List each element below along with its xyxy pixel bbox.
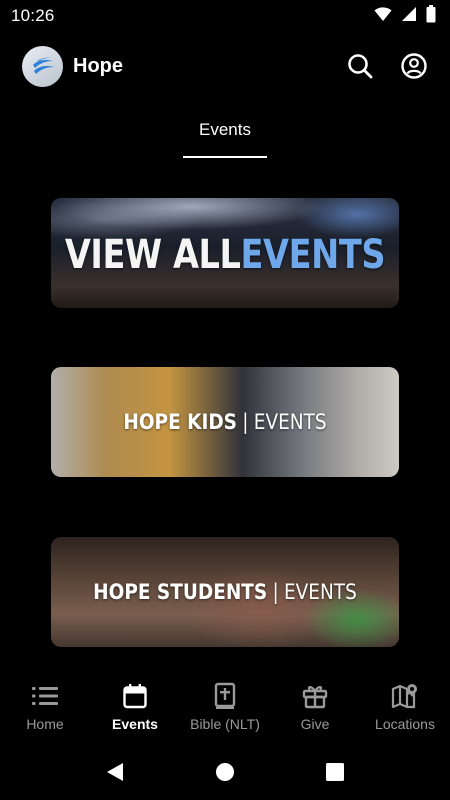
tab-indicator xyxy=(183,156,267,158)
card-title-separator: | xyxy=(242,410,249,434)
status-icons xyxy=(374,4,436,28)
nav-item-give[interactable]: Give xyxy=(270,668,360,740)
nav-label-locations: Locations xyxy=(375,716,435,732)
hope-logo-icon[interactable] xyxy=(22,45,63,87)
card-title-part1: VIEW ALL xyxy=(64,232,241,278)
card-title-main: HOPE KIDS xyxy=(123,410,237,434)
nav-item-home[interactable]: Home xyxy=(0,668,90,740)
nav-label-events: Events xyxy=(112,716,158,732)
app-bar: Hope xyxy=(22,44,428,88)
signal-icon xyxy=(401,6,417,27)
battery-icon xyxy=(426,4,436,28)
nav-label-home: Home xyxy=(26,716,64,732)
gift-icon xyxy=(301,682,329,710)
nav-item-events[interactable]: Events xyxy=(90,668,180,740)
status-bar: 10:26 xyxy=(0,0,450,32)
tab-events-label: Events xyxy=(199,120,251,139)
card-title-part2: EVENTS xyxy=(240,232,386,278)
card-title: VIEW ALL EVENTS xyxy=(65,198,386,308)
card-title-suffix: EVENTS xyxy=(283,580,357,604)
calendar-icon xyxy=(121,682,149,710)
recents-icon[interactable] xyxy=(319,756,351,788)
hope-students-events-card[interactable]: HOPE STUDENTS | EVENTS xyxy=(51,537,399,647)
list-icon xyxy=(31,682,59,710)
bottom-nav: Home Events Bible (NLT) Give Locations xyxy=(0,668,450,740)
app-title: Hope xyxy=(73,54,123,77)
system-nav xyxy=(0,744,450,800)
wifi-icon xyxy=(374,6,392,27)
home-icon[interactable] xyxy=(209,756,241,788)
nav-label-give: Give xyxy=(300,716,330,732)
hope-kids-events-card[interactable]: HOPE KIDS | EVENTS xyxy=(51,367,399,477)
map-pin-icon xyxy=(391,682,419,710)
card-title-suffix: EVENTS xyxy=(253,410,327,434)
nav-label-bible: Bible (NLT) xyxy=(190,716,260,732)
card-title-separator: | xyxy=(272,580,279,604)
app-actions xyxy=(346,52,428,80)
card-title-main: HOPE STUDENTS xyxy=(93,580,268,604)
nav-item-locations[interactable]: Locations xyxy=(360,668,450,740)
account-icon[interactable] xyxy=(400,52,428,80)
bible-icon xyxy=(211,682,239,710)
tab-events[interactable]: Events xyxy=(183,108,267,158)
view-all-events-card[interactable]: VIEW ALL EVENTS xyxy=(51,198,399,308)
back-icon[interactable] xyxy=(99,756,131,788)
card-title: HOPE KIDS | EVENTS xyxy=(72,367,378,477)
brand: Hope xyxy=(22,45,123,87)
tab-bar: Events xyxy=(0,108,450,160)
card-title: HOPE STUDENTS | EVENTS xyxy=(72,537,378,647)
search-icon[interactable] xyxy=(346,52,374,80)
nav-item-bible[interactable]: Bible (NLT) xyxy=(180,668,270,740)
status-time: 10:26 xyxy=(11,6,55,25)
